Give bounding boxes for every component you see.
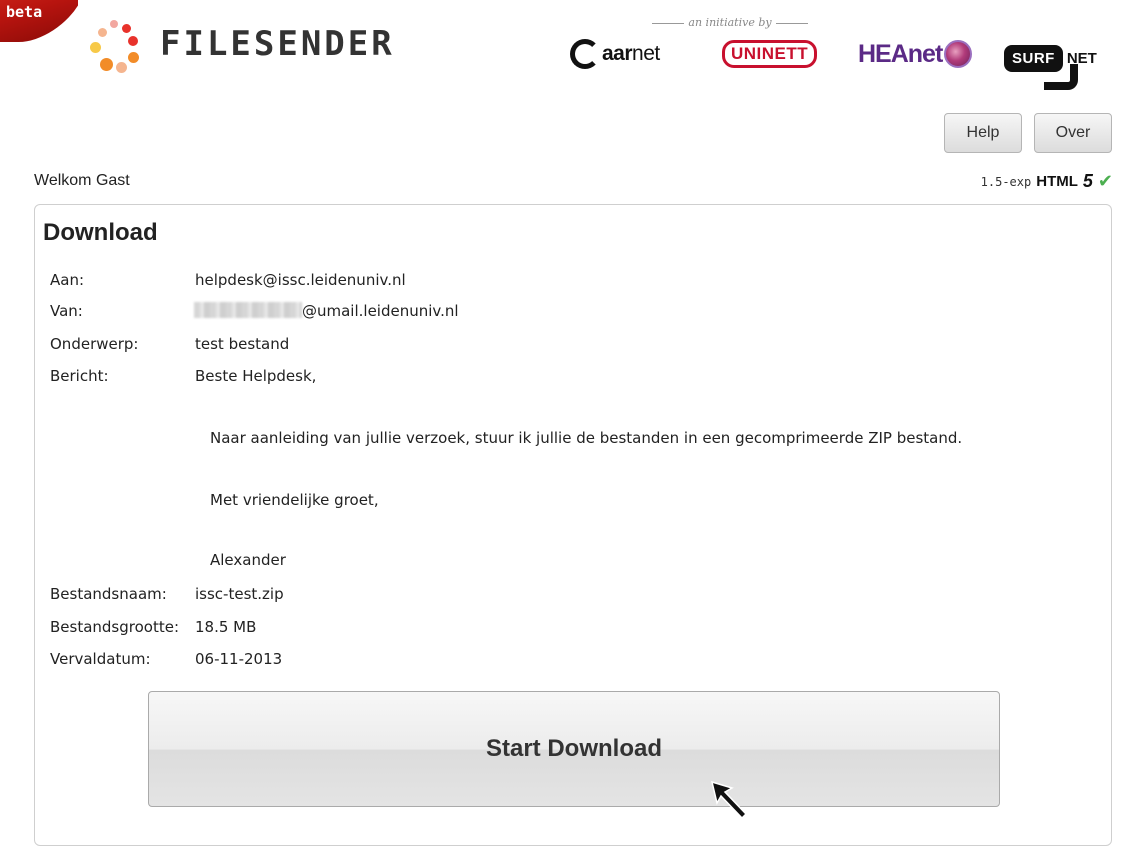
surfnet-logo[interactable]: SURF NET xyxy=(1004,38,1097,90)
field-value: issc-test.zip xyxy=(195,585,284,603)
aarnet-rest: net xyxy=(632,42,660,65)
message-line: Naar aanleiding van jullie verzoek, stuu… xyxy=(210,429,963,447)
checkmark-icon: ✔ xyxy=(1097,171,1113,192)
version-info: 1.5-exp HTML 5 ✔ xyxy=(981,171,1113,192)
redacted-blur xyxy=(194,302,302,318)
surfnet-tail-shape xyxy=(1044,64,1078,90)
filesender-logo[interactable]: FILESENDER xyxy=(88,18,468,78)
message-line: Met vriendelijke groet, xyxy=(210,491,379,509)
heanet-globe-icon xyxy=(944,40,973,68)
field-label: Bestandsgrootte: xyxy=(50,618,180,636)
beta-ribbon: beta xyxy=(0,0,78,64)
version-number: 1.5-exp xyxy=(980,174,1032,189)
field-value: test bestand xyxy=(195,335,290,353)
initiative-caption: an initiative by xyxy=(640,16,820,29)
field-label: Van: xyxy=(50,302,83,320)
html-label: HTML xyxy=(1036,173,1078,190)
over-button[interactable]: Over xyxy=(1034,113,1112,153)
field-label: Onderwerp: xyxy=(50,335,139,353)
welcome-text: Welkom Gast xyxy=(34,172,130,189)
heanet-logo[interactable]: HEAnet xyxy=(858,34,973,74)
message-line: Alexander xyxy=(210,551,286,569)
field-value: @umail.leidenuniv.nl xyxy=(302,302,459,320)
panel-title: Download xyxy=(43,219,158,246)
field-value: helpdesk@issc.leidenuniv.nl xyxy=(195,271,406,289)
beta-label: beta xyxy=(6,3,43,21)
uninett-text: UNINETT xyxy=(722,40,818,68)
help-button[interactable]: Help xyxy=(944,113,1022,153)
aarnet-swirl-icon xyxy=(570,39,600,69)
initiative-text: an initiative by xyxy=(688,16,772,29)
start-download-button[interactable]: Start Download xyxy=(148,691,1000,807)
brand-wordmark: FILESENDER xyxy=(160,24,395,64)
field-value-wrapper: @umail.leidenuniv.nl xyxy=(194,302,459,320)
aarnet-bold: aar xyxy=(602,42,633,65)
field-label: Bestandsnaam: xyxy=(50,585,167,603)
logo-dots-icon xyxy=(88,20,146,76)
message-line: Beste Helpdesk, xyxy=(195,367,317,385)
field-label: Vervaldatum: xyxy=(50,650,151,668)
uninett-logo[interactable]: UNINETT xyxy=(722,34,818,74)
aarnet-logo[interactable]: aarnet xyxy=(570,34,660,74)
field-label: Aan: xyxy=(50,271,85,289)
html5-five: 5 xyxy=(1082,171,1093,191)
download-panel: Download Aan: helpdesk@issc.leidenuniv.n… xyxy=(34,204,1112,846)
field-label: Bericht: xyxy=(50,367,109,385)
heanet-text: HEAnet xyxy=(858,39,943,68)
mouse-pointer-icon xyxy=(710,780,748,820)
field-value: 06-11-2013 xyxy=(195,650,283,668)
field-value: 18.5 MB xyxy=(195,618,257,636)
